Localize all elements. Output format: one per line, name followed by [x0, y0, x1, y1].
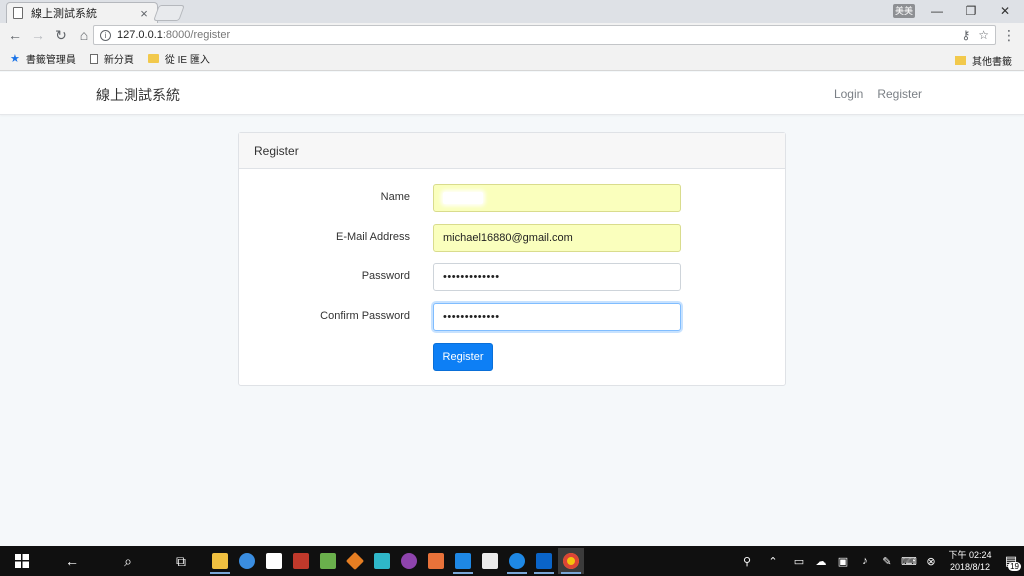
- password-label: Password: [361, 270, 410, 282]
- notification-badge: 19: [1008, 562, 1021, 571]
- key-icon[interactable]: ⚷: [961, 28, 970, 42]
- address-bar[interactable]: i 127.0.0.1 :8000/register ⚷ ☆: [93, 25, 996, 45]
- register-card: Register Name E-Mail Address michael1688…: [238, 132, 786, 386]
- people-icon[interactable]: ⚲: [736, 555, 758, 568]
- system-tray: ⚲ ⌃ ▭ ☁ ▣ ♪ ✎ ⌨ ⊗ 下午 02:24 2018/8/12 ▤ 1…: [736, 546, 1024, 576]
- other-bookmarks-label: 其他書籤: [972, 57, 1012, 68]
- windows-start-icon[interactable]: [1, 548, 43, 574]
- restore-button[interactable]: ❐: [954, 0, 988, 22]
- app-icon[interactable]: [234, 548, 260, 574]
- back-arrow-icon[interactable]: ←: [5, 25, 25, 45]
- tab-close-icon[interactable]: ×: [137, 6, 151, 21]
- chevron-up-icon[interactable]: ⌃: [758, 555, 788, 568]
- folder-icon: [955, 56, 966, 65]
- cloud-icon[interactable]: ☁: [810, 555, 832, 568]
- url-host: 127.0.0.1: [117, 29, 163, 41]
- search-icon[interactable]: ⌕: [101, 548, 155, 574]
- app-icon[interactable]: [396, 548, 422, 574]
- bookmark-item[interactable]: 新分頁: [89, 51, 134, 66]
- bookmark-label: 新分頁: [103, 55, 134, 66]
- app-icon[interactable]: [315, 548, 341, 574]
- app-navbar: 線上測試系統 Login Register: [0, 72, 1024, 115]
- reload-icon[interactable]: ↻: [51, 25, 71, 45]
- url-path: :8000/register: [162, 29, 231, 41]
- confirm-password-label: Confirm Password: [320, 310, 410, 322]
- task-view-icon[interactable]: ⧉: [157, 548, 205, 574]
- page-icon: [13, 7, 23, 19]
- home-icon[interactable]: ⌂: [74, 25, 94, 45]
- forward-arrow-icon[interactable]: →: [28, 25, 48, 45]
- app-icon[interactable]: [288, 548, 314, 574]
- confirm-password-input[interactable]: •••••••••••••: [433, 303, 681, 331]
- email-row: E-Mail Address michael16880@gmail.com: [239, 224, 785, 252]
- battery-icon[interactable]: ▭: [788, 555, 810, 568]
- email-label: E-Mail Address: [336, 231, 410, 243]
- xampp-icon[interactable]: [423, 548, 449, 574]
- volume-icon[interactable]: ♪: [854, 555, 876, 567]
- minimize-button[interactable]: —: [920, 0, 954, 22]
- folder-icon: [147, 54, 159, 63]
- pen-icon[interactable]: ✎: [876, 555, 898, 568]
- user-profile-badge[interactable]: 美美: [893, 4, 915, 18]
- other-bookmarks[interactable]: 其他書籤: [955, 53, 1012, 68]
- bookmark-label: 從 IE 匯入: [164, 55, 210, 66]
- nav-links: Login Register: [834, 87, 922, 101]
- edge-icon[interactable]: [504, 548, 530, 574]
- bookmark-item[interactable]: ★ 書籤管理員: [10, 51, 76, 66]
- password-input[interactable]: •••••••••••••: [433, 263, 681, 291]
- login-link[interactable]: Login: [834, 87, 863, 101]
- tab-title: 線上測試系統: [31, 8, 97, 20]
- email-input[interactable]: michael16880@gmail.com: [433, 224, 681, 252]
- name-label: Name: [380, 191, 410, 203]
- close-window-button[interactable]: ✕: [988, 0, 1022, 22]
- clock-date: 2018/8/12: [949, 562, 991, 572]
- browser-toolbar: ← → ↻ ⌂ i 127.0.0.1 :8000/register ⚷ ☆ ⋮: [0, 23, 1024, 47]
- app-icon[interactable]: [369, 548, 395, 574]
- new-tab-button[interactable]: [153, 5, 185, 21]
- browser-menu-icon[interactable]: ⋮: [1002, 27, 1016, 44]
- taskbar: ← ⌕ ⧉ ⚲ ⌃ ▭ ☁ ▣ ♪ ✎ ⌨ ⊗ 下午 02:24 2018/8/…: [0, 546, 1024, 576]
- file-explorer-icon[interactable]: [207, 548, 233, 574]
- google-icon[interactable]: [261, 548, 287, 574]
- page-icon: [89, 53, 98, 64]
- info-icon[interactable]: i: [100, 29, 111, 41]
- clock[interactable]: 下午 02:24 2018/8/12: [942, 549, 998, 573]
- keyboard-icon[interactable]: ⌨: [898, 555, 920, 568]
- register-button[interactable]: Register: [433, 343, 493, 371]
- browser-tab[interactable]: 線上測試系統 ×: [6, 2, 158, 23]
- vscode-icon[interactable]: [450, 548, 476, 574]
- redacted-name: [443, 192, 483, 204]
- register-link[interactable]: Register: [877, 87, 922, 101]
- confirm-password-row: Confirm Password •••••••••••••: [239, 303, 785, 331]
- network-icon[interactable]: ▣: [832, 555, 854, 568]
- star-icon: ★: [10, 53, 20, 65]
- vscode-icon[interactable]: [531, 548, 557, 574]
- clock-time: 下午 02:24: [948, 550, 992, 560]
- bookmark-label: 書籤管理員: [25, 55, 76, 66]
- reader-icon[interactable]: [477, 548, 503, 574]
- chrome-icon[interactable]: [557, 548, 584, 574]
- name-row: Name: [239, 184, 785, 212]
- name-input[interactable]: [433, 184, 681, 212]
- bookmark-star-icon[interactable]: ☆: [978, 28, 989, 42]
- browser-titlebar: 線上測試系統 × 美美 — ❐ ✕: [0, 0, 1024, 23]
- git-icon[interactable]: [342, 548, 368, 574]
- notification-icon[interactable]: ▤ 19: [998, 546, 1024, 576]
- brand-title[interactable]: 線上測試系統: [96, 85, 180, 105]
- close-circle-icon[interactable]: ⊗: [920, 555, 942, 568]
- card-header: Register: [239, 133, 785, 169]
- bookmarks-bar: ★ 書籤管理員 新分頁 從 IE 匯入 其他書籤: [0, 47, 1024, 71]
- bookmark-item[interactable]: 從 IE 匯入: [147, 51, 210, 66]
- back-arrow-icon[interactable]: ←: [45, 548, 99, 574]
- password-row: Password •••••••••••••: [239, 263, 785, 291]
